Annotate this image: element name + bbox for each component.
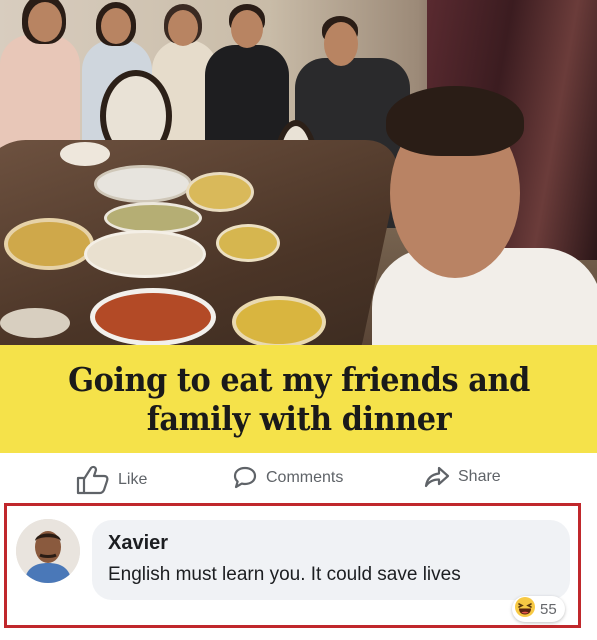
photo-dish <box>60 142 110 166</box>
speech-bubble-icon <box>232 465 258 491</box>
photo-dish <box>94 165 192 203</box>
post-photo[interactable] <box>0 0 597 345</box>
reaction-badge[interactable]: 55 <box>512 596 565 622</box>
comments-button[interactable]: Comments <box>232 465 343 491</box>
avatar[interactable] <box>16 519 80 583</box>
photo-dish <box>4 218 94 270</box>
like-label: Like <box>118 471 148 488</box>
comments-label: Comments <box>266 469 344 486</box>
photo-dish <box>84 230 206 278</box>
reaction-count: 55 <box>540 600 557 618</box>
photo-dish <box>90 288 216 345</box>
caption-text: Going to eat my friends and family with … <box>67 360 530 438</box>
photo-dish <box>186 172 254 212</box>
comment-bubble: Xavier English must learn you. It could … <box>92 520 570 600</box>
comment-author[interactable]: Xavier <box>108 532 168 555</box>
photo-dish <box>0 308 70 338</box>
share-arrow-icon <box>424 465 450 489</box>
photo-dish <box>232 296 326 345</box>
photo-dish <box>216 224 280 262</box>
haha-emoji-icon <box>514 596 536 623</box>
like-button[interactable]: Like <box>76 465 147 495</box>
person-avatar-icon <box>16 519 80 583</box>
comment-text: English must learn you. It could save li… <box>108 564 461 585</box>
photo-dish <box>104 202 202 234</box>
post-action-bar: Like Comments Share <box>0 453 597 503</box>
share-button[interactable]: Share <box>424 465 501 489</box>
share-label: Share <box>458 468 501 485</box>
image-caption: Going to eat my friends and family with … <box>0 345 597 453</box>
thumbs-up-icon <box>76 465 110 495</box>
